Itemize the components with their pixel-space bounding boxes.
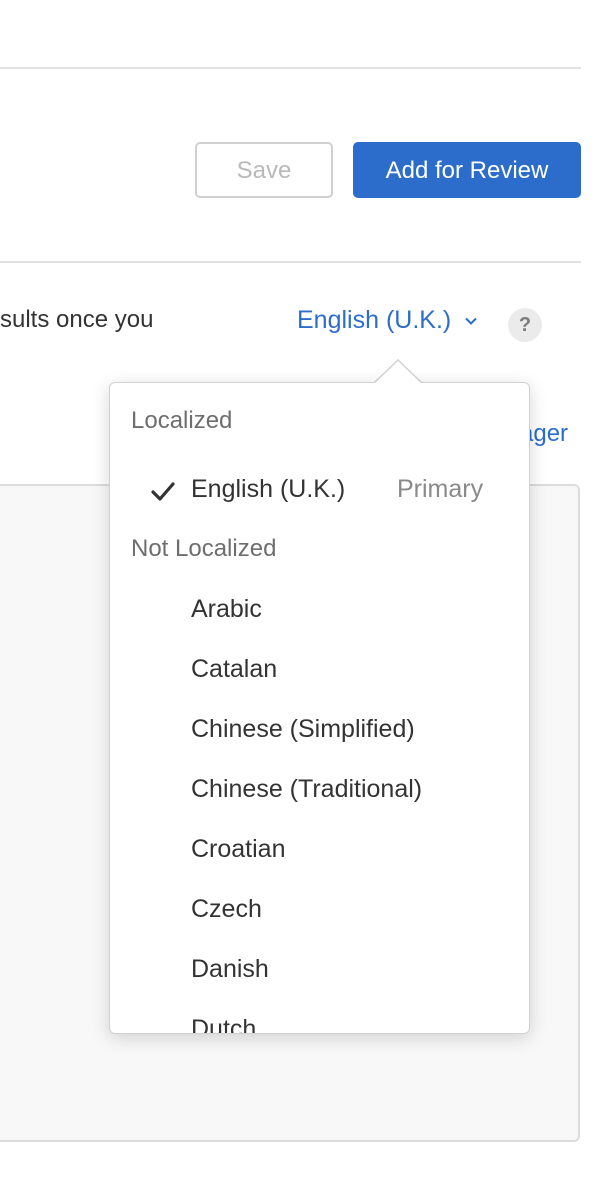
localized-heading: Localized <box>131 407 233 434</box>
not-localized-heading: Not Localized <box>131 535 277 562</box>
popover-arrow <box>374 361 422 384</box>
menu-item-croatian[interactable]: Croatian <box>110 825 529 881</box>
menu-item-dutch[interactable]: Dutch <box>110 1005 529 1034</box>
menu-item-label: Dutch <box>191 1015 257 1034</box>
language-selector-label: English (U.K.) <box>297 306 452 334</box>
menu-item-chinese-traditional[interactable]: Chinese (Traditional) <box>110 765 529 821</box>
menu-item-label: English (U.K.) <box>191 475 346 503</box>
language-popover: Localized English (U.K.) Primary Not Loc… <box>109 382 530 1034</box>
menu-item-label: Danish <box>191 955 269 983</box>
checkmark-icon <box>151 482 175 501</box>
chevron-down-icon <box>465 317 477 325</box>
menu-item-english-uk[interactable]: English (U.K.) Primary <box>110 465 529 521</box>
menu-item-chinese-simplified[interactable]: Chinese (Simplified) <box>110 705 529 761</box>
menu-item-czech[interactable]: Czech <box>110 885 529 941</box>
primary-tag: Primary <box>397 475 484 503</box>
divider-top <box>0 67 581 69</box>
description-text: sults once you <box>0 306 154 333</box>
menu-item-label: Czech <box>191 895 262 923</box>
menu-item-label: Arabic <box>191 595 262 623</box>
language-selector[interactable]: English (U.K.) <box>297 306 477 335</box>
menu-item-label: Chinese (Simplified) <box>191 715 415 743</box>
menu-item-catalan[interactable]: Catalan <box>110 645 529 701</box>
menu-item-label: Chinese (Traditional) <box>191 775 423 803</box>
menu-item-label: Catalan <box>191 655 278 683</box>
divider-middle <box>0 261 581 263</box>
menu-item-label: Croatian <box>191 835 286 863</box>
save-button[interactable]: Save <box>195 142 333 198</box>
menu-item-arabic[interactable]: Arabic <box>110 585 529 641</box>
menu-item-danish[interactable]: Danish <box>110 945 529 1001</box>
add-for-review-button[interactable]: Add for Review <box>353 142 581 198</box>
help-button[interactable]: ? <box>508 308 542 342</box>
